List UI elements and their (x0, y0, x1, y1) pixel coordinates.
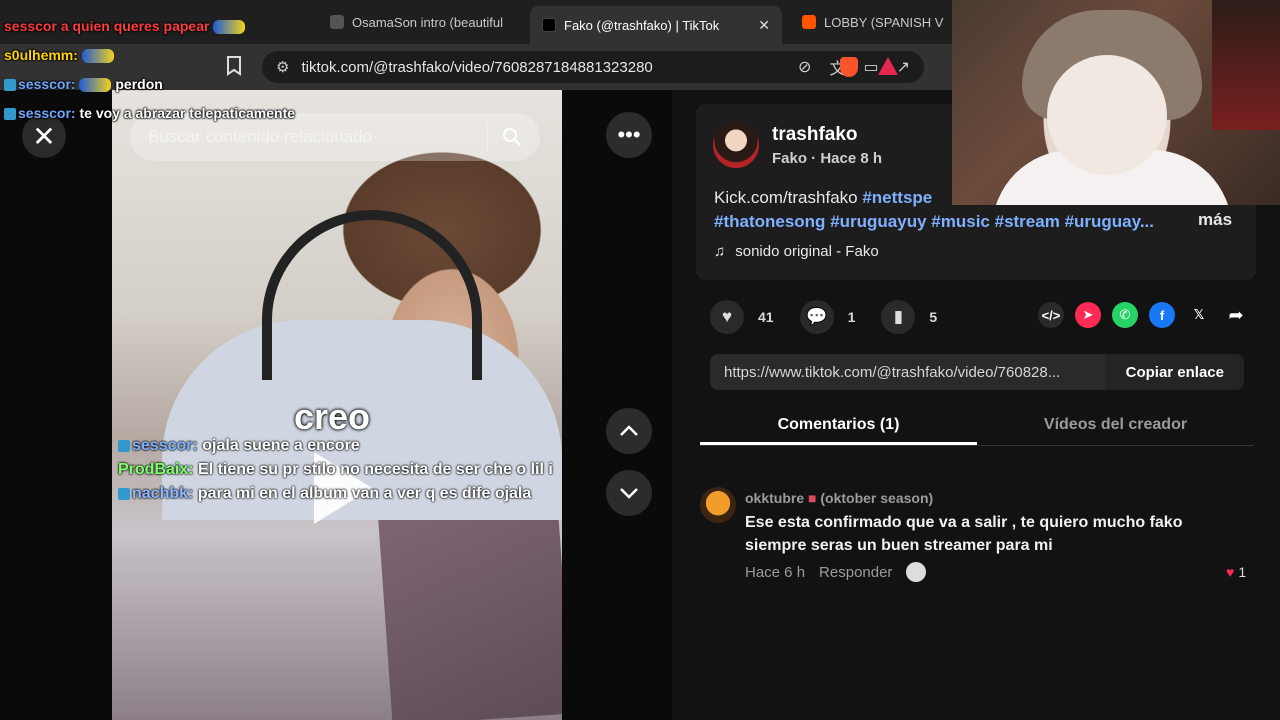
stream-chat-line: sesscor: te voy a abrazar telepaticament… (4, 99, 295, 128)
video-chat-overlay: sesscor: ojala suene a encore ProdBaix: … (118, 434, 562, 506)
share-link-field[interactable]: https://www.tiktok.com/@trashfako/video/… (710, 354, 1244, 390)
author-name[interactable]: trashfako (772, 124, 858, 146)
comment-time: Hace 6 h (745, 563, 806, 581)
video-player[interactable]: creo (112, 90, 562, 720)
hashtag[interactable]: #music (931, 212, 990, 231)
share-page-icon[interactable]: ↗ (897, 57, 910, 77)
share-icon[interactable]: ➦ (1223, 302, 1249, 328)
brave-shield-icon[interactable] (840, 57, 858, 77)
share-link-text: https://www.tiktok.com/@trashfako/video/… (724, 363, 1061, 381)
chevron-down-icon (620, 488, 638, 499)
emote-icon (79, 78, 112, 93)
cast-icon[interactable]: ▭ (863, 57, 878, 77)
hashtag[interactable]: #uruguayuy (830, 212, 926, 231)
save-button[interactable]: ▮ (881, 300, 916, 334)
search-divider (487, 124, 488, 150)
next-video-button[interactable] (606, 470, 652, 516)
sound-link[interactable]: ♫ sonido original - Fako (714, 243, 879, 260)
audio-icon (330, 15, 344, 29)
x-icon[interactable]: 𝕏 (1186, 302, 1212, 328)
webcam-subject-face (1047, 55, 1167, 175)
tab-label: Fako (@trashfako) | TikTok (564, 17, 720, 33)
author-subtitle: Fako · Hace 8 h (772, 150, 883, 167)
previous-video-button[interactable] (606, 408, 652, 454)
creator-liked-avatar (906, 562, 927, 582)
stream-chat-line: sesscor: perdon (4, 70, 295, 99)
facebook-icon[interactable]: f (1149, 302, 1175, 328)
embed-icon[interactable]: </> (1038, 302, 1064, 328)
webcam-overlay (952, 0, 1280, 205)
like-button[interactable]: ♥ (710, 300, 744, 334)
save-count: 5 (929, 309, 938, 325)
tab-label: LOBBY (SPANISH V (824, 14, 944, 30)
search-icon[interactable] (502, 127, 522, 147)
music-note-icon: ♫ (714, 243, 726, 260)
video-chat-line: ProdBaix: El tiene su pr stilo no necesi… (118, 461, 553, 478)
emote-icon (81, 49, 114, 64)
heart-icon: ♥ (1226, 564, 1235, 580)
close-tab-icon[interactable]: ✕ (758, 17, 770, 34)
comment-icon: 💬 (805, 307, 828, 326)
more-options-button[interactable]: ••• (606, 112, 652, 158)
brave-rewards-icon[interactable] (878, 57, 898, 75)
copy-link-button[interactable]: Copiar enlace (1105, 354, 1244, 390)
tab-creator-videos[interactable]: Vídeos del creador (977, 406, 1254, 445)
soundcloud-icon (802, 15, 816, 29)
tab-osamason[interactable]: OsamaSon intro (beautiful (318, 6, 530, 38)
comment-like-count: 1 (1238, 564, 1247, 580)
comment-text: Ese esta confirmado que va a salir , te … (745, 514, 1183, 554)
action-row: ♥ 41 💬 1 ▮ 5 (710, 300, 937, 334)
wall-poster (1212, 0, 1280, 130)
whatsapp-icon[interactable]: ✆ (1112, 302, 1138, 328)
stream-chat-line: s0ulhemm: (4, 41, 295, 70)
tiktok-icon (542, 18, 556, 32)
video-chat-line: sesscor: ojala suene a encore (118, 434, 562, 458)
stream-chat-overlay: sesscor a quien queres papear s0ulhemm: … (4, 12, 295, 128)
related-search-placeholder: Buscar contenido relacionado (148, 127, 372, 146)
like-count: 41 (758, 309, 774, 325)
comment-avatar[interactable] (700, 487, 736, 523)
url-field[interactable]: ⚙ tiktok.com/@trashfako/video/7608287184… (262, 51, 924, 83)
comment-meta: Hace 6 h Responder (745, 562, 927, 582)
reply-button[interactable]: Responder (819, 564, 892, 581)
url-text: tiktok.com/@trashfako/video/760828718488… (301, 58, 653, 76)
tab-tiktok[interactable]: Fako (@trashfako) | TikTok ✕ (530, 6, 782, 44)
share-row: </> ➤ ✆ f 𝕏 ➦ (1038, 302, 1249, 328)
heart-icon: ♥ (721, 307, 733, 326)
more-link[interactable]: más (1198, 210, 1232, 230)
video-caption: creo (294, 396, 371, 437)
kick-link[interactable]: Kick.com/trashfako (714, 188, 858, 207)
tracking-off-icon[interactable]: ⊘ (798, 57, 811, 77)
chevron-up-icon (620, 425, 638, 436)
hashtag[interactable]: #thatonesong (714, 212, 825, 231)
panel-tabs: Comentarios (1) Vídeos del creador (700, 406, 1254, 446)
hashtag[interactable]: #uruguay... (1065, 212, 1154, 231)
video-chat-line: nachbk: para mi en el album van a ver q … (118, 482, 562, 506)
comment-count: 1 (847, 309, 856, 325)
tab-label: OsamaSon intro (beautiful (352, 14, 504, 30)
bookmark-icon: ▮ (893, 307, 904, 326)
tab-comments[interactable]: Comentarios (1) (700, 406, 977, 445)
send-icon[interactable]: ➤ (1075, 302, 1101, 328)
tab-lobby[interactable]: LOBBY (SPANISH V (790, 6, 952, 38)
hashtag[interactable]: #stream (995, 212, 1060, 231)
sound-label: sonido original - Fako (735, 243, 879, 260)
comment-like-button[interactable]: ♥ 1 (1226, 564, 1246, 580)
video-subject-headset (262, 210, 482, 380)
comment-button[interactable]: 💬 (799, 300, 834, 334)
author-avatar[interactable] (713, 122, 759, 168)
stream-chat-line: sesscor a quien queres papear (4, 12, 295, 41)
hashtag[interactable]: #nettspe (862, 188, 932, 207)
emote-icon (213, 20, 246, 35)
comment-username[interactable]: okktubre ■ (oktober season) (745, 490, 933, 506)
